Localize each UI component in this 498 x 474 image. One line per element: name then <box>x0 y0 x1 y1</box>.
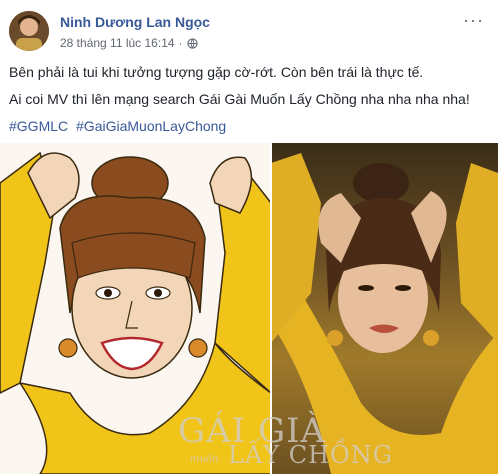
globe-icon[interactable] <box>186 37 198 49</box>
facebook-post: Ninh Dương Lan Ngọc 28 tháng 11 lúc 16:1… <box>0 0 498 474</box>
post-line-2: Ai coi MV thì lên mạng search Gái Gài Mu… <box>9 91 470 107</box>
hashtag-link[interactable]: #GaiGiaMuonLayChong <box>76 118 226 134</box>
meta-separator: · <box>178 36 183 50</box>
hashtags: #GGMLC #GaiGiaMuonLayChong <box>9 117 489 136</box>
watermark-small: muốn <box>190 454 219 465</box>
timestamp[interactable]: 28 tháng 11 lúc 16:14 <box>60 36 175 50</box>
more-options-button[interactable]: ··· <box>463 10 484 31</box>
avatar[interactable] <box>9 11 49 51</box>
watermark-bottom: LẤY CHỒNG <box>228 441 393 469</box>
avatar-image <box>9 11 49 51</box>
hashtag-link[interactable]: #GGMLC <box>9 118 68 134</box>
post-line-1: Bên phải là tui khi tưởng tượng gặp cờ-r… <box>9 64 424 80</box>
post-photo[interactable]: GÁI GIÀ muốn LẤY CHỒNG <box>0 143 498 474</box>
author-name[interactable]: Ninh Dương Lan Ngọc <box>60 14 210 30</box>
post-meta: 28 tháng 11 lúc 16:14 · <box>60 36 198 50</box>
post-text: Bên phải là tui khi tưởng tượng gặp cờ-r… <box>9 63 489 144</box>
